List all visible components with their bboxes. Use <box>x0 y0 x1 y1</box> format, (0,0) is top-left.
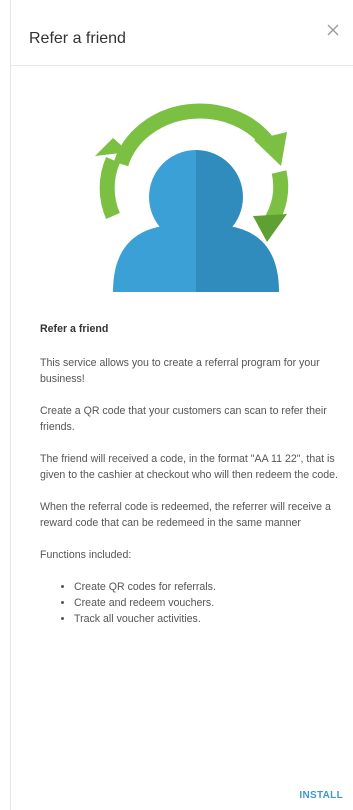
install-button[interactable]: INSTALL <box>299 790 343 801</box>
dialog-header: Refer a friend <box>11 0 353 66</box>
paragraph-code-format: The friend will received a code, in the … <box>40 453 338 481</box>
refer-a-friend-panel: Refer a friend Refer a friend This servi… <box>10 0 353 810</box>
description-heading: Refer a friend <box>40 323 109 335</box>
paragraph-intro: This service allows you to create a refe… <box>40 357 320 385</box>
paragraph-qr: Create a QR code that your customers can… <box>40 405 327 433</box>
dialog-title: Refer a friend <box>29 30 126 47</box>
list-item: Create QR codes for referrals. <box>74 579 340 595</box>
user-refresh-icon <box>95 103 289 292</box>
paragraph-reward: When the referral code is redeemed, the … <box>40 501 331 529</box>
functions-list: Create QR codes for referrals. Create an… <box>40 579 340 627</box>
list-item: Create and redeem vouchers. <box>74 595 340 611</box>
close-icon <box>327 24 339 36</box>
close-button[interactable] <box>323 20 343 40</box>
referral-illustration <box>91 92 301 297</box>
list-item: Track all voucher activities. <box>74 611 340 627</box>
functions-label: Functions included: <box>40 549 132 561</box>
description: Refer a friend This service allows you t… <box>40 321 340 627</box>
